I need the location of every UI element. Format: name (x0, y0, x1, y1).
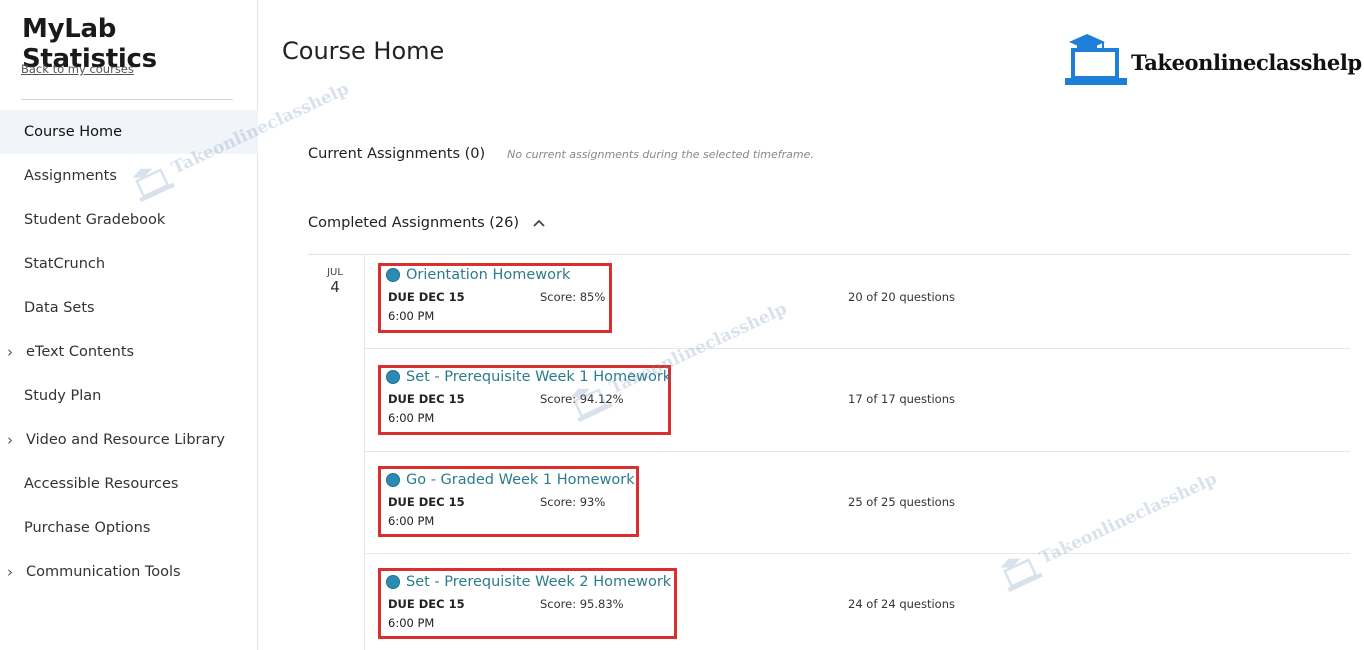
status-dot-icon (386, 575, 400, 589)
sidebar-item-label: Video and Resource Library (26, 432, 225, 448)
row-divider (365, 348, 1350, 349)
score: Score: 95.83% (540, 597, 624, 611)
current-assignments-label: Current Assignments (0) (308, 146, 486, 162)
sidebar-item-accessible-resources[interactable]: Accessible Resources (0, 462, 258, 506)
list-divider (308, 254, 1350, 255)
date-group: JUL 4 (315, 267, 355, 296)
assignment-row: Go - Graded Week 1 Homework DUE DEC 15 6… (378, 466, 1350, 540)
current-assignments-note: No current assignments during the select… (507, 148, 814, 161)
sidebar-divider (21, 99, 233, 100)
sidebar-item-label: eText Contents (26, 344, 135, 360)
sidebar-item-video-resource-library[interactable]: › Video and Resource Library (0, 418, 258, 462)
status-dot-icon (386, 370, 400, 384)
date-day: 4 (330, 278, 340, 296)
sidebar-item-purchase-options[interactable]: Purchase Options (0, 506, 258, 550)
due-time: 6:00 PM (388, 411, 435, 425)
sidebar-item-label: Purchase Options (24, 520, 151, 536)
completed-assignments-header[interactable]: Completed Assignments (26) (308, 215, 547, 231)
sidebar-item-label: Assignments (24, 168, 117, 184)
graduation-laptop-icon (1065, 34, 1127, 85)
sidebar-item-study-plan[interactable]: Study Plan (0, 374, 258, 418)
sidebar-item-data-sets[interactable]: Data Sets (0, 286, 258, 330)
chevron-up-icon[interactable] (531, 215, 547, 231)
sidebar-item-label: Data Sets (24, 300, 95, 316)
sidebar-item-label: Student Gradebook (24, 212, 166, 228)
due-time: 6:00 PM (388, 514, 435, 528)
score: Score: 94.12% (540, 392, 624, 406)
sidebar-item-label: Accessible Resources (24, 476, 179, 492)
sidebar-item-assignments[interactable]: Assignments (0, 154, 258, 198)
current-assignments-header: Current Assignments (0) No current assig… (308, 146, 814, 162)
sidebar-item-label: Course Home (24, 124, 123, 140)
due-time: 6:00 PM (388, 309, 435, 323)
assignment-title-link[interactable]: Orientation Homework (386, 267, 570, 283)
due-date: DUE DEC 15 (388, 290, 465, 304)
chevron-right-icon[interactable]: › (7, 343, 13, 361)
sidebar-item-statcrunch[interactable]: StatCrunch (0, 242, 258, 286)
chevron-right-icon[interactable]: › (7, 563, 13, 581)
sidebar: MyLab Statistics Back to my courses Cour… (0, 0, 258, 650)
assignment-title-link[interactable]: Set - Prerequisite Week 1 Homework (386, 369, 671, 385)
question-count: 24 of 24 questions (848, 597, 955, 611)
status-dot-icon (386, 473, 400, 487)
assignment-row: Set - Prerequisite Week 1 Homework DUE D… (378, 363, 1350, 437)
brand-logo-text: Takeonlineclasshelp (1131, 49, 1362, 75)
date-column-divider (364, 255, 365, 650)
assignment-row: Orientation Homework DUE DEC 15 6:00 PM … (378, 261, 1350, 335)
row-divider (365, 553, 1350, 554)
due-date: DUE DEC 15 (388, 392, 465, 406)
sidebar-item-label: Communication Tools (26, 564, 181, 580)
due-time: 6:00 PM (388, 616, 435, 630)
question-count: 17 of 17 questions (848, 392, 955, 406)
assignment-title: Go - Graded Week 1 Homework (406, 472, 635, 488)
chevron-right-icon[interactable]: › (7, 431, 13, 449)
back-to-courses-link[interactable]: Back to my courses (21, 62, 134, 76)
sidebar-item-course-home[interactable]: Course Home (0, 110, 258, 154)
sidebar-item-label: Study Plan (24, 388, 102, 404)
assignment-row: Set - Prerequisite Week 2 Homework DUE D… (378, 568, 1350, 642)
completed-assignments-label: Completed Assignments (26) (308, 215, 519, 231)
assignment-title: Set - Prerequisite Week 1 Homework (406, 369, 672, 385)
question-count: 20 of 20 questions (848, 290, 955, 304)
sidebar-nav: Course Home Assignments Student Gradeboo… (0, 110, 258, 594)
sidebar-item-student-gradebook[interactable]: Student Gradebook (0, 198, 258, 242)
date-month: JUL (327, 267, 343, 278)
score: Score: 85% (540, 290, 606, 304)
question-count: 25 of 25 questions (848, 495, 955, 509)
row-divider (365, 451, 1350, 452)
score: Score: 93% (540, 495, 606, 509)
assignment-title-link[interactable]: Go - Graded Week 1 Homework (386, 472, 635, 488)
assignment-title-link[interactable]: Set - Prerequisite Week 2 Homework (386, 574, 671, 590)
due-date: DUE DEC 15 (388, 597, 465, 611)
brand-logo: Takeonlineclasshelp (1063, 28, 1362, 88)
status-dot-icon (386, 268, 400, 282)
assignment-title: Set - Prerequisite Week 2 Homework (406, 574, 672, 590)
due-date: DUE DEC 15 (388, 495, 465, 509)
sidebar-item-etext-contents[interactable]: › eText Contents (0, 330, 258, 374)
sidebar-item-communication-tools[interactable]: › Communication Tools (0, 550, 258, 594)
sidebar-item-label: StatCrunch (24, 256, 106, 272)
assignment-title: Orientation Homework (406, 267, 571, 283)
page-title: Course Home (282, 37, 445, 65)
